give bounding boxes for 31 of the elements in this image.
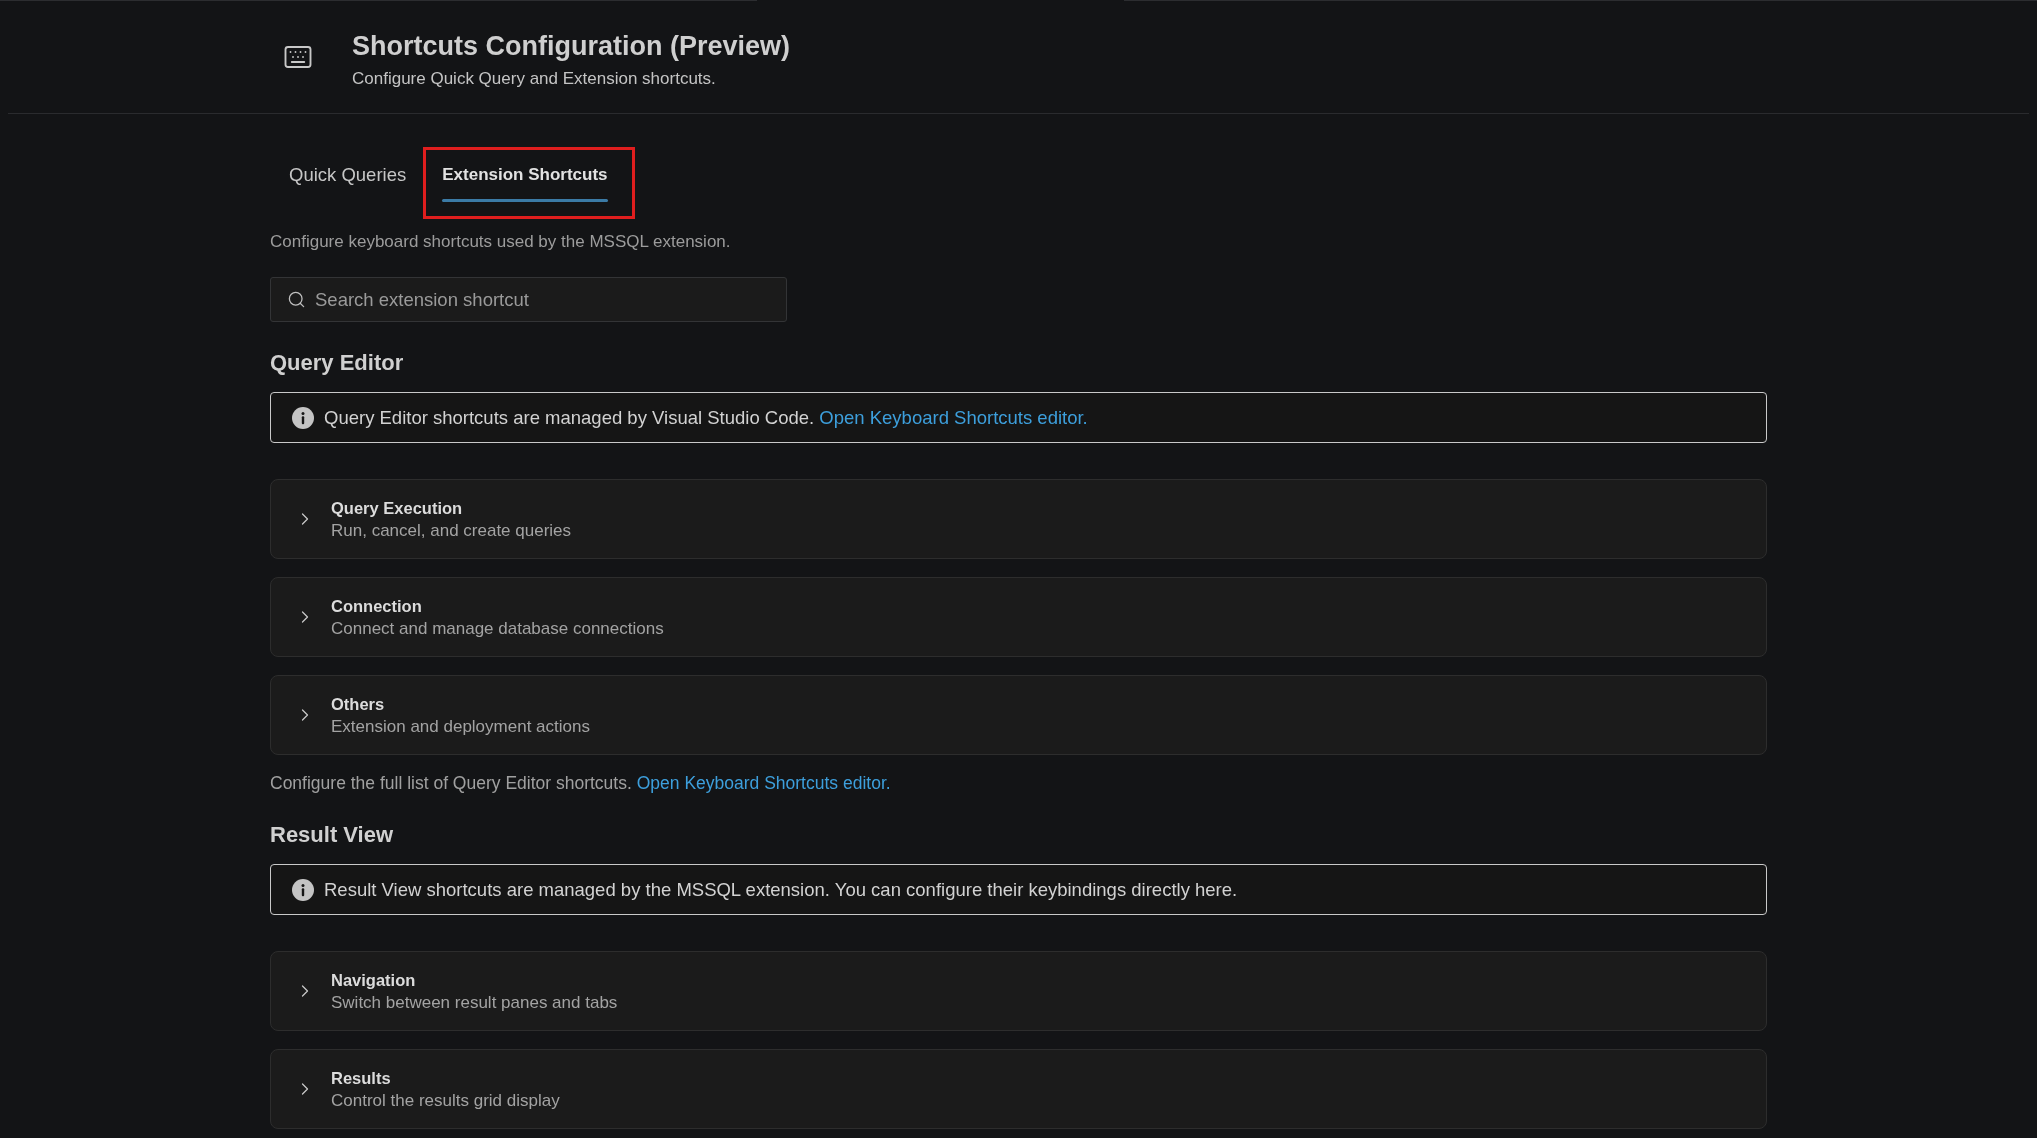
info-text: Query Editor shortcuts are managed by Visual Studio Code. Open Keyboard Shortcuts editor.: [324, 405, 1088, 430]
page-title: Shortcuts Configuration (Preview): [352, 30, 791, 63]
accordion-item[interactable]: Results Control the results grid display: [270, 1049, 1767, 1129]
accordion-item[interactable]: Query Execution Run, cancel, and create queries: [270, 479, 1767, 559]
group-title: Navigation: [331, 969, 416, 991]
section-heading: Query Editor: [270, 349, 404, 377]
page-subtitle: Configure Quick Query and Extension shortcuts.: [352, 68, 716, 90]
group-title: Results: [331, 1067, 391, 1089]
group-description: Extension and deployment actions: [331, 715, 590, 738]
keyboard-shortcuts-link[interactable]: Open Keyboard Shortcuts editor.: [636, 773, 891, 793]
search-field[interactable]: Search extension shortcut: [270, 277, 787, 322]
group-description: Run, cancel, and create queries: [331, 519, 572, 542]
info-icon: [292, 878, 314, 901]
group-title: Others: [331, 693, 385, 715]
group-description: Connect and manage database connections: [331, 617, 664, 640]
keyboard-shortcuts-link[interactable]: Open Keyboard Shortcuts editor.: [819, 406, 1088, 428]
tab[interactable]: Quick Queries: [270, 147, 424, 219]
accordion-item[interactable]: Navigation Switch between result panes and tabs: [270, 951, 1767, 1031]
info-icon: [292, 406, 314, 429]
accordion-item[interactable]: Connection Connect and manage database connections: [270, 577, 1767, 657]
tab-description: Configure keyboard shortcuts used by the MSSQL extension.: [270, 232, 731, 252]
group-title: Query Execution: [331, 497, 463, 519]
accordion-item[interactable]: Others Extension and deployment actions: [270, 675, 1767, 755]
info-text: Result View shortcuts are managed by the MSSQL extension. You can configure their keybindings directly here.: [324, 877, 1238, 902]
group-description: Control the results grid display: [331, 1089, 560, 1112]
group-title: Connection: [331, 595, 422, 617]
search-icon: [287, 290, 306, 309]
group-description: Switch between result panes and tabs: [331, 991, 618, 1014]
tab[interactable]: Extension Shortcuts: [423, 147, 635, 219]
section-heading: Result View: [270, 821, 394, 849]
footnote-text: Configure the full list of Query Editor shortcuts. Open Keyboard Shortcuts editor.: [270, 772, 891, 794]
